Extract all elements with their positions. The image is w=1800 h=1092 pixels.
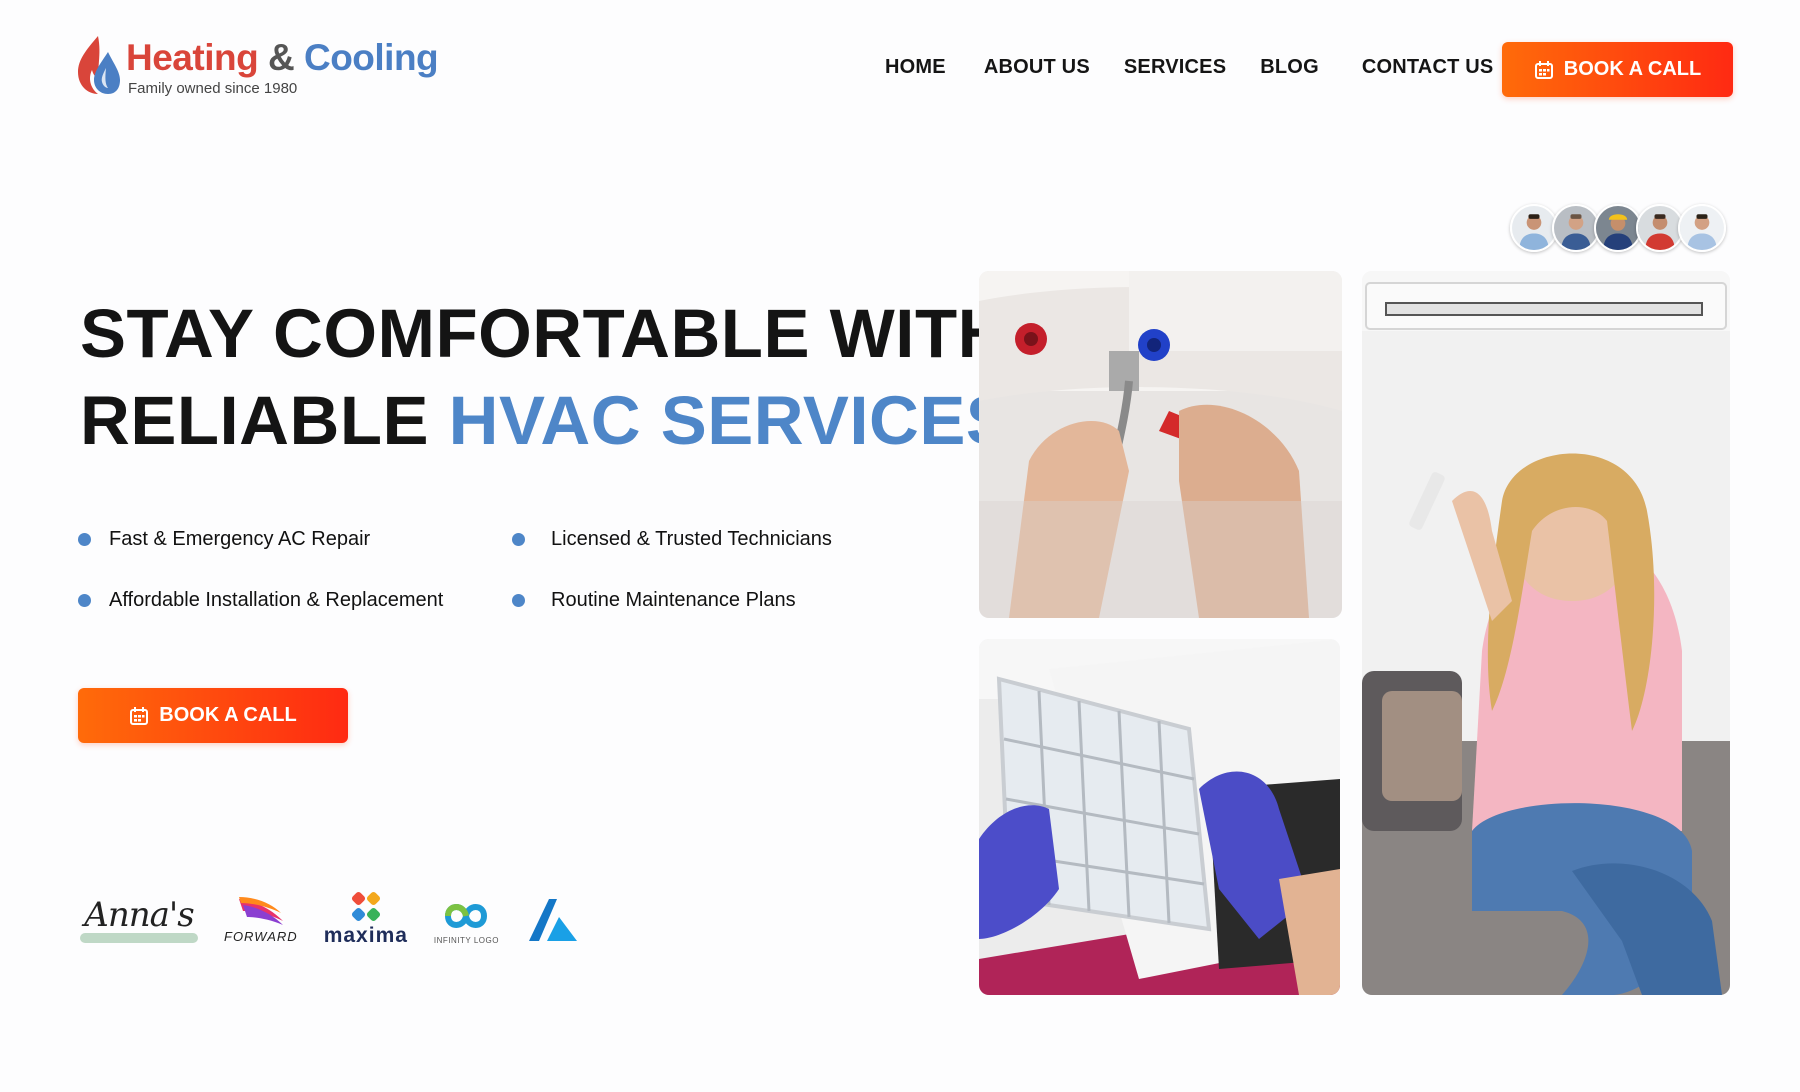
brand-text: Heating & Cooling Family owned since 198… — [126, 37, 439, 98]
feature-text: Routine Maintenance Plans — [551, 589, 796, 611]
partner-logo-annas: Anna's — [80, 895, 198, 943]
landing-page: Heating & Cooling Family owned since 198… — [0, 0, 1800, 1092]
flame-drop-icon — [78, 36, 120, 94]
wing-icon — [238, 896, 283, 925]
book-call-button-hero[interactable]: BOOK A CALL — [78, 688, 348, 743]
brand-tagline: Family owned since 1980 — [128, 80, 298, 97]
technician-avatar — [1636, 204, 1684, 252]
partner-annas-text: Anna's — [84, 895, 194, 935]
partner-logo-a-mark — [525, 895, 581, 943]
nav-services[interactable]: SERVICES — [1124, 56, 1226, 79]
bullet-dot-icon — [78, 533, 91, 546]
headline-accent: HVAC SERVICES — [448, 382, 1013, 459]
partner-logos: Anna's FORWARD maxima INFINITY LOGO — [80, 890, 607, 948]
technician-avatar — [1510, 204, 1558, 252]
partner-annas-band — [80, 933, 198, 943]
headline-line-1: STAY COMFORTABLE WITH — [80, 295, 1008, 372]
bullet-dot-icon — [512, 533, 525, 546]
feature-list: Fast & Emergency AC Repair Licensed & Tr… — [78, 528, 898, 612]
main-nav: HOME ABOUT US SERVICES BLOG CONTACT US — [860, 56, 1493, 79]
nav-about-us[interactable]: ABOUT US — [984, 56, 1090, 79]
feature-item: Fast & Emergency AC Repair — [78, 528, 512, 551]
nav-contact-us[interactable]: CONTACT US — [1362, 56, 1494, 79]
partner-maxima-text: maxima — [323, 924, 408, 947]
feature-item: Routine Maintenance Plans — [512, 589, 898, 612]
feature-item: Licensed & Trusted Technicians — [512, 528, 898, 551]
partner-logo-maxima: maxima — [324, 890, 408, 948]
team-avatars — [1510, 204, 1726, 252]
brand-title: Heating & Cooling — [126, 37, 439, 78]
partner-forward-text: FORWARD — [224, 928, 298, 944]
photo-ac-filter-cleaning — [979, 639, 1340, 995]
technician-avatar — [1678, 204, 1726, 252]
headline-line-2: RELIABLE — [80, 382, 449, 459]
brand-logo[interactable]: Heating & Cooling Family owned since 198… — [76, 34, 439, 98]
book-call-label: BOOK A CALL — [1563, 58, 1702, 80]
technician-avatar — [1594, 204, 1642, 252]
feature-text: Licensed & Trusted Technicians — [551, 528, 832, 550]
calendar-icon — [130, 706, 149, 725]
feature-text: Affordable Installation & Replacement — [109, 589, 444, 611]
a-mark-icon — [528, 899, 577, 941]
calendar-icon — [1534, 60, 1553, 79]
maxima-x-icon — [351, 891, 380, 922]
nav-blog[interactable]: BLOG — [1260, 56, 1319, 79]
brand-title-amp: & — [258, 37, 304, 78]
infinity-icon — [445, 903, 488, 928]
partner-infinity-text: INFINITY LOGO — [433, 935, 499, 945]
feature-text: Fast & Emergency AC Repair — [109, 528, 371, 550]
partner-logo-forward: FORWARD — [224, 895, 298, 944]
technician-avatar — [1552, 204, 1600, 252]
brand-title-cooling: Cooling — [303, 37, 439, 78]
bullet-dot-icon — [512, 594, 525, 607]
feature-item: Affordable Installation & Replacement — [78, 589, 512, 612]
photo-plumber-water-heater — [979, 271, 1342, 618]
partner-logo-infinity: INFINITY LOGO — [434, 894, 499, 945]
photo-woman-with-ac-remote — [1362, 271, 1730, 995]
book-call-label: BOOK A CALL — [159, 704, 297, 726]
bullet-dot-icon — [78, 594, 91, 607]
book-call-button-header[interactable]: BOOK A CALL — [1502, 42, 1733, 97]
nav-home[interactable]: HOME — [885, 56, 946, 79]
brand-title-heating: Heating — [126, 37, 259, 78]
hero-headline: STAY COMFORTABLE WITH RELIABLE HVAC SERV… — [80, 290, 1012, 464]
